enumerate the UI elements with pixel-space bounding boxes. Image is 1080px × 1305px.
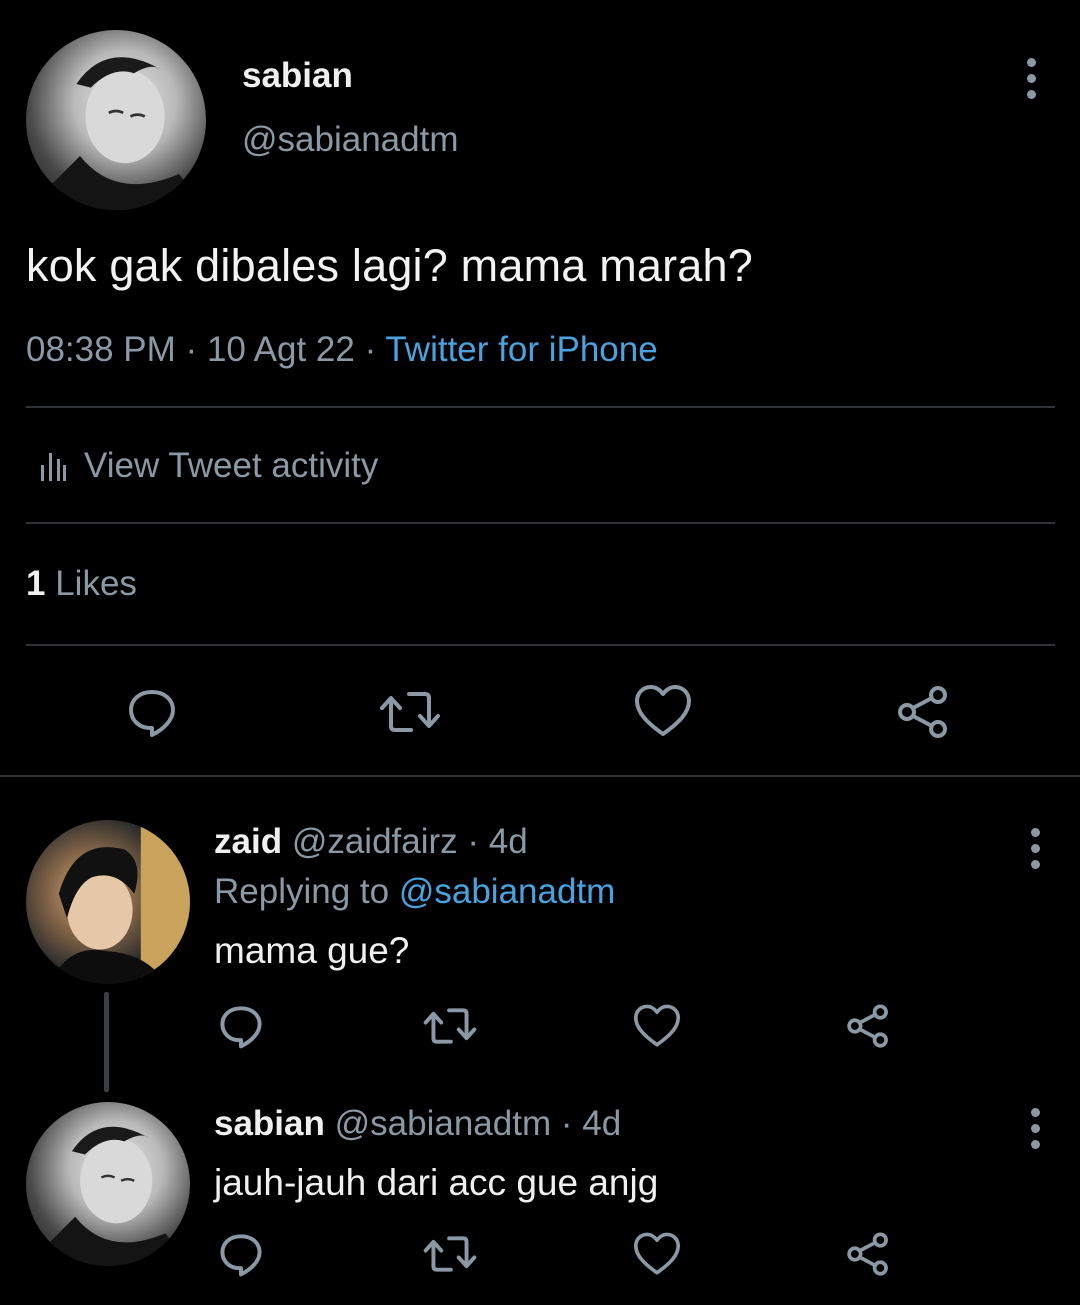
reply-icon: [129, 690, 175, 737]
reply-author-name[interactable]: sabian: [214, 1104, 325, 1143]
heart-icon: [633, 1004, 681, 1047]
reply-button[interactable]: [216, 1230, 266, 1278]
like-button[interactable]: [632, 1230, 682, 1278]
share-icon: [847, 1232, 888, 1276]
reply-header: sabian @sabianadtm · 4d: [214, 1104, 621, 1144]
reply-button[interactable]: [216, 1002, 266, 1050]
divider: [0, 775, 1080, 777]
share-icon: [847, 1004, 888, 1048]
bar-chart-icon: [41, 453, 66, 481]
retweet-icon: [380, 692, 440, 732]
tweet-text: kok gak dibales lagi? mama marah?: [26, 240, 753, 291]
activity-label: View Tweet activity: [84, 446, 379, 485]
reply-author-handle[interactable]: @zaidfairz: [292, 822, 458, 861]
reply-time: 4d: [488, 822, 528, 861]
thread-line: [104, 992, 109, 1092]
reply-button[interactable]: [122, 684, 182, 740]
retweet-icon: [423, 1236, 477, 1272]
reply-icon: [220, 1234, 262, 1277]
reply-icon: [220, 1006, 262, 1049]
share-button[interactable]: [894, 684, 952, 740]
heart-icon: [633, 1232, 681, 1275]
replying-mention[interactable]: @sabianadtm: [399, 872, 615, 911]
replying-to: Replying to @sabianadtm: [214, 872, 615, 912]
replying-prefix: Replying to: [214, 872, 390, 911]
divider: [26, 406, 1055, 408]
share-button[interactable]: [844, 1230, 892, 1278]
retweet-icon: [423, 1008, 477, 1044]
kebab-icon[interactable]: [1030, 1108, 1040, 1149]
likes-number: 1: [26, 564, 46, 603]
meta-separator: ·: [467, 822, 489, 861]
tweet-date: 10 Agt 22: [206, 330, 355, 369]
meta-separator: ·: [560, 1104, 583, 1143]
retweet-button[interactable]: [422, 1230, 478, 1278]
share-icon: [898, 686, 947, 738]
meta-separator: ·: [185, 330, 207, 369]
reply-text: jauh-jauh dari acc gue anjg: [214, 1162, 659, 1203]
author-avatar[interactable]: [26, 30, 206, 210]
reply-avatar[interactable]: [26, 1102, 190, 1266]
kebab-icon[interactable]: [1030, 828, 1040, 869]
likes-count[interactable]: 1 Likes: [26, 564, 137, 604]
reply-author-handle[interactable]: @sabianadtm: [335, 1104, 551, 1143]
likes-label: Likes: [55, 564, 137, 603]
divider: [26, 522, 1055, 524]
heart-icon: [635, 685, 691, 736]
share-button[interactable]: [844, 1002, 892, 1050]
reply-time: 4d: [582, 1104, 622, 1143]
reply-author-name[interactable]: zaid: [214, 822, 282, 861]
author-name[interactable]: sabian: [242, 56, 353, 96]
reply-avatar[interactable]: [26, 820, 190, 984]
view-tweet-activity[interactable]: View Tweet activity: [40, 446, 378, 486]
meta-separator: ·: [364, 330, 386, 369]
kebab-icon[interactable]: [1026, 58, 1036, 99]
retweet-button[interactable]: [378, 684, 442, 740]
tweet-detail-screen: sabian @sabianadtm kok gak dibales lagi?…: [0, 0, 1080, 1305]
like-button[interactable]: [632, 1002, 682, 1050]
divider: [26, 644, 1055, 646]
reply-header: zaid @zaidfairz · 4d: [214, 822, 528, 862]
retweet-button[interactable]: [422, 1002, 478, 1050]
reply-text: mama gue?: [214, 930, 410, 971]
tweet-source-link[interactable]: Twitter for iPhone: [385, 330, 657, 369]
author-handle[interactable]: @sabianadtm: [242, 120, 458, 160]
tweet-time: 08:38 PM: [26, 330, 176, 369]
like-button[interactable]: [632, 682, 694, 740]
tweet-meta: 08:38 PM · 10 Agt 22 · Twitter for iPhon…: [26, 330, 658, 370]
